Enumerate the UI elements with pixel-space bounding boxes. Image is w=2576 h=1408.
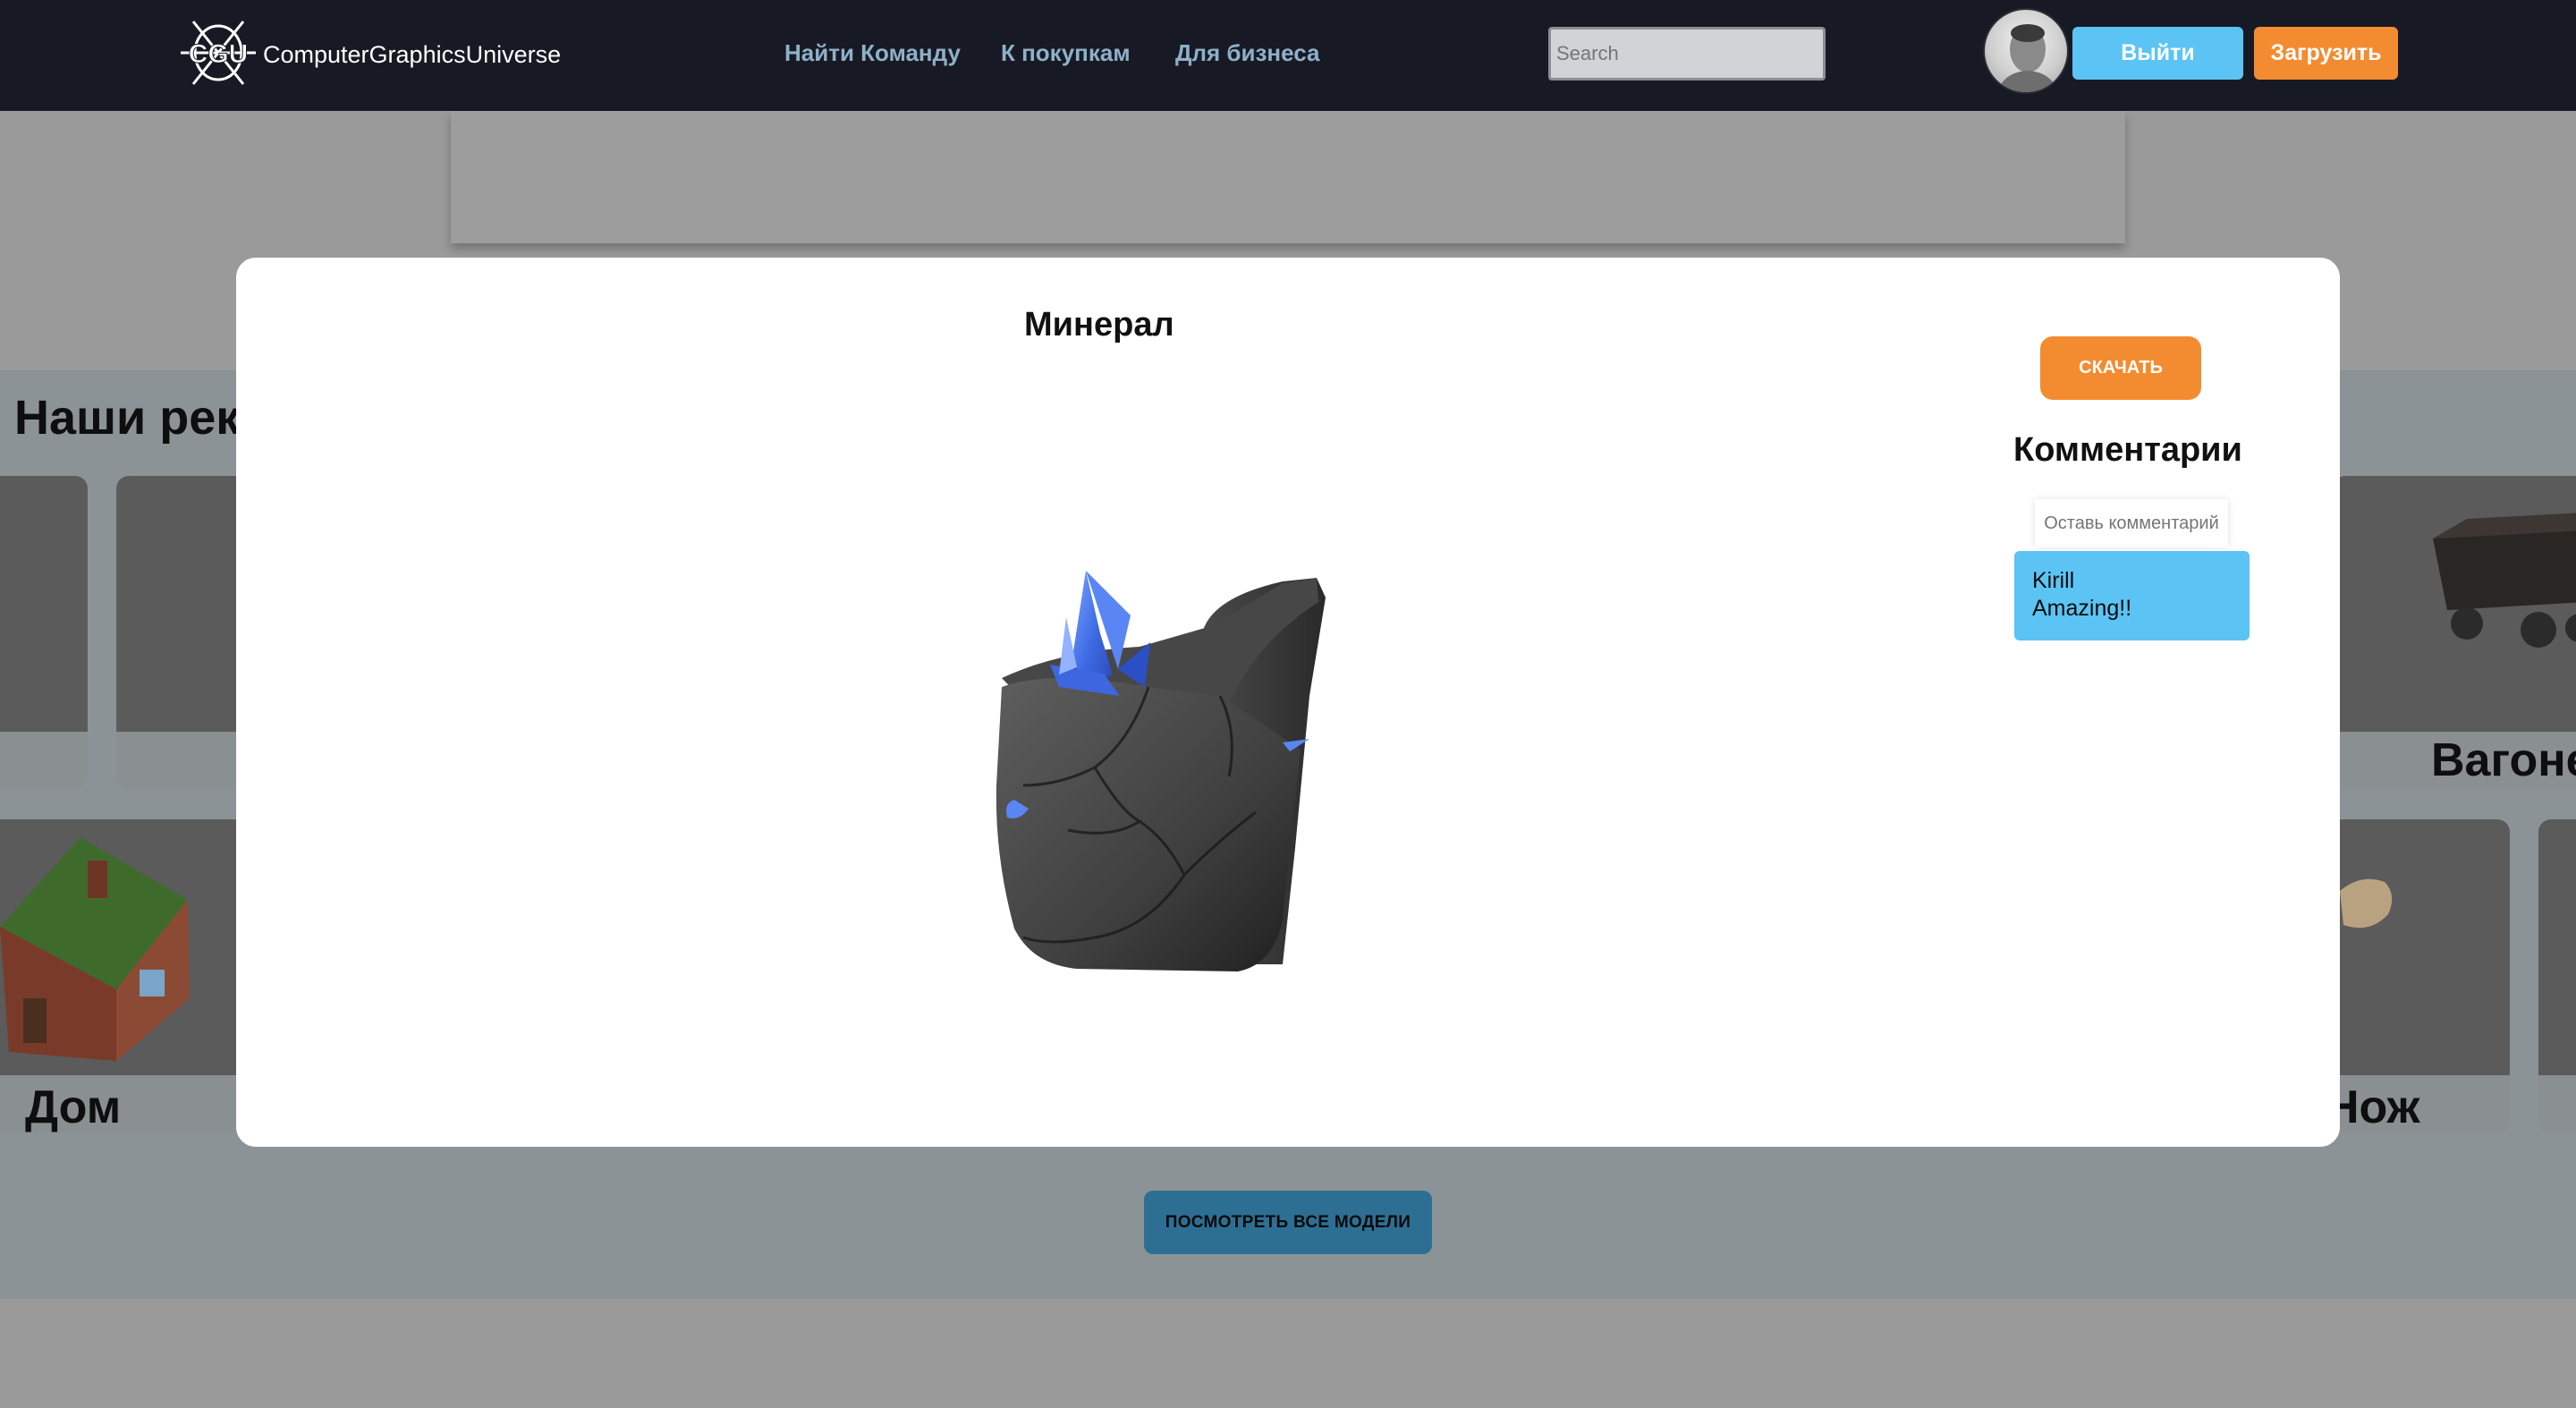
upload-button[interactable]: Загрузить bbox=[2254, 27, 2398, 80]
hero-card bbox=[451, 111, 2125, 243]
card-label-house: Дом bbox=[25, 1081, 122, 1132]
modal-title: Минерал bbox=[1024, 306, 1174, 344]
model-card[interactable] bbox=[2538, 819, 2576, 1132]
view-all-models-button[interactable]: ПОСМОТРЕТЬ ВСЕ МОДЕЛИ bbox=[1144, 1191, 1432, 1254]
model-thumbnail bbox=[2538, 819, 2576, 1075]
logo-mark: CGU bbox=[189, 39, 249, 69]
model-thumbnail bbox=[2326, 819, 2510, 1075]
download-button[interactable]: СКАЧАТЬ bbox=[2040, 336, 2201, 400]
model-thumbnail bbox=[0, 819, 250, 1075]
minecart-image bbox=[2433, 513, 2576, 648]
house-image bbox=[0, 837, 190, 1061]
model-card-house[interactable]: Дом bbox=[0, 819, 250, 1132]
model-card[interactable] bbox=[0, 476, 88, 789]
comment-input[interactable] bbox=[2035, 499, 2228, 547]
nav-business[interactable]: Для бизнеса bbox=[1175, 39, 1319, 67]
user-photo-icon bbox=[1997, 24, 2058, 92]
logout-button[interactable]: Выйти bbox=[2072, 27, 2243, 80]
card-label-minecart: Вагонетка bbox=[2431, 734, 2576, 786]
avatar[interactable] bbox=[1983, 8, 2069, 94]
comment-text: Amazing!! bbox=[2032, 596, 2132, 621]
knife-image bbox=[2340, 878, 2393, 929]
logo[interactable]: CGU ComputerGraphicsUniverse bbox=[181, 13, 561, 98]
nav-shopping[interactable]: К покупкам bbox=[1001, 39, 1131, 67]
mineral-3d-model bbox=[996, 571, 1326, 971]
logo-text: ComputerGraphicsUniverse bbox=[263, 41, 562, 68]
model-preview-modal: Минерал СКАЧАТЬ Комментарии Оставь комме… bbox=[236, 258, 2340, 1147]
model-thumbnail bbox=[0, 476, 88, 732]
search-input[interactable] bbox=[1548, 27, 1826, 81]
model-thumbnail bbox=[2333, 476, 2576, 732]
top-nav-bar: CGU ComputerGraphicsUniverse Найти Коман… bbox=[0, 0, 2576, 111]
comments-title: Комментарии bbox=[2013, 431, 2242, 469]
comment-author: Kirill bbox=[2032, 568, 2075, 593]
3d-model-viewer[interactable] bbox=[916, 517, 1560, 1018]
cgu-logo-icon: CGU bbox=[181, 13, 256, 98]
comment-item: Kirill Amazing!! bbox=[2014, 551, 2250, 640]
nav-find-team[interactable]: Найти Команду bbox=[784, 39, 961, 67]
